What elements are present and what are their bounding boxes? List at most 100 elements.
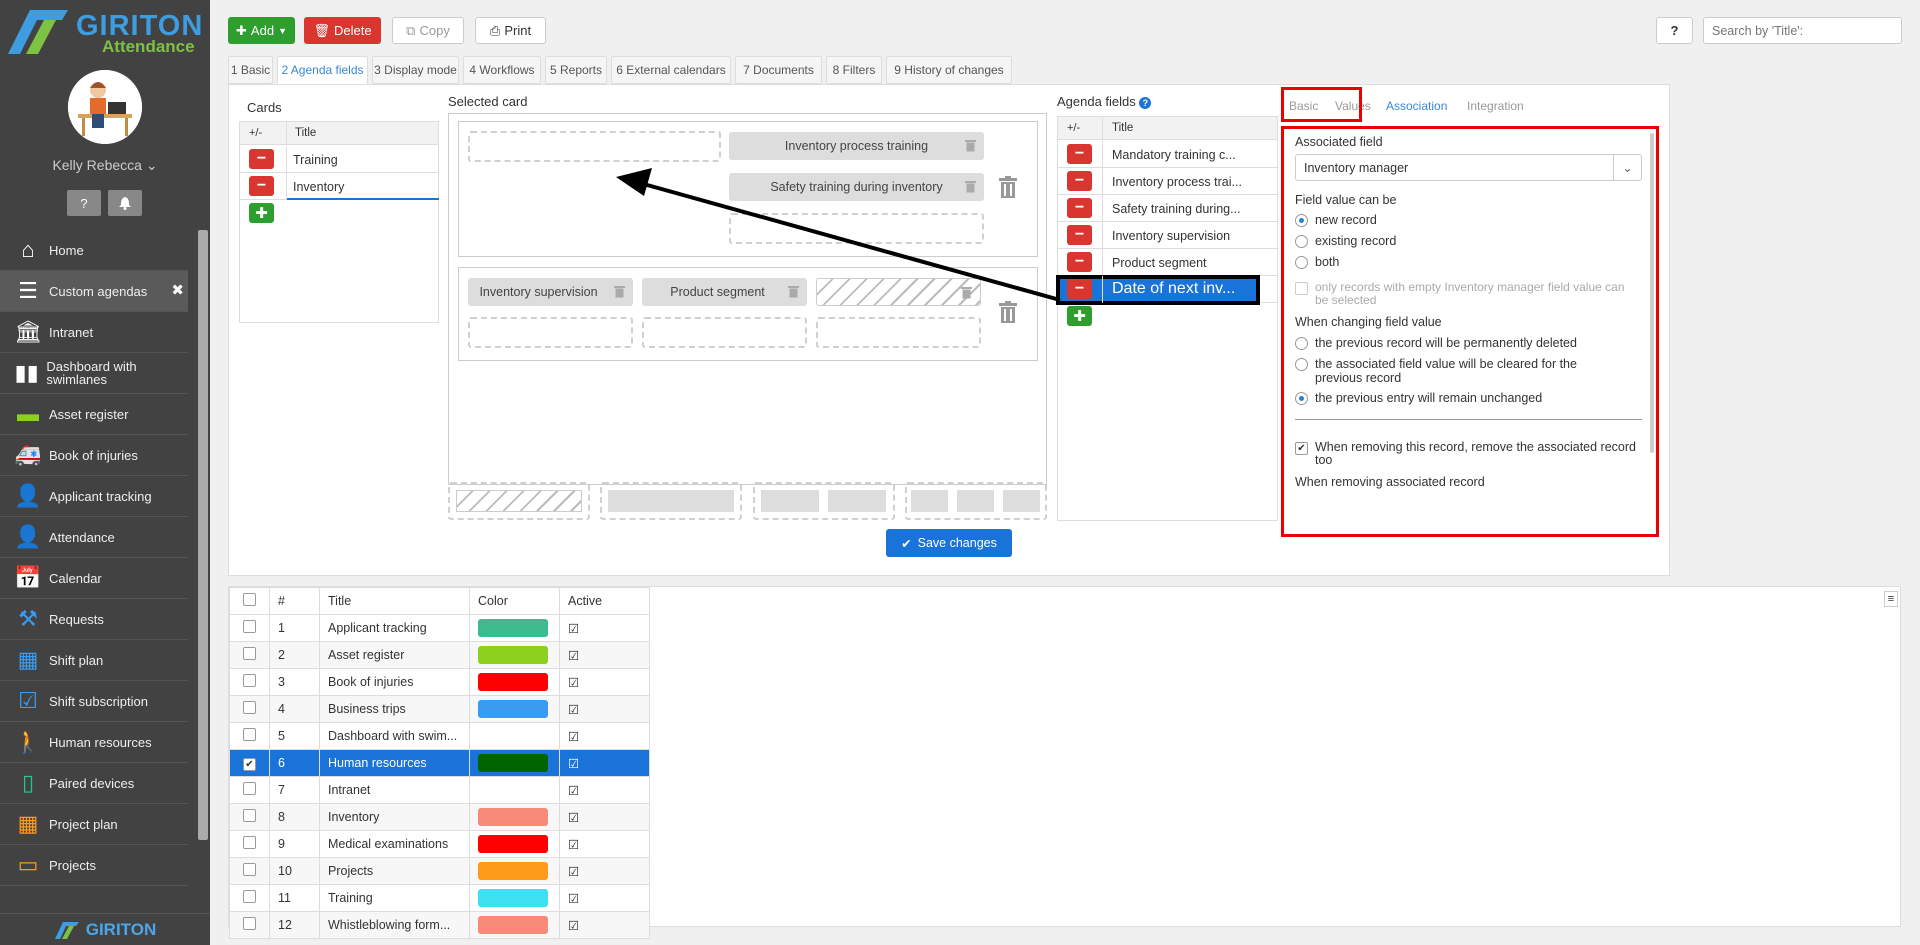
- row-checkbox[interactable]: [243, 782, 256, 795]
- placeholder-chip[interactable]: [816, 278, 981, 306]
- table-row[interactable]: 3 Book of injuries ☑: [229, 668, 650, 696]
- card-row[interactable]: − Training: [240, 146, 438, 173]
- radio-permanently-deleted[interactable]: [1295, 337, 1308, 350]
- column-menu-icon[interactable]: ≡: [1884, 591, 1898, 607]
- field-chip[interactable]: Product segment: [642, 278, 807, 306]
- trash-row-icon[interactable]: [999, 301, 1017, 323]
- agenda-field-row[interactable]: − Safety training during...: [1058, 195, 1277, 222]
- table-row[interactable]: ✔ 6 Human resources ☑: [229, 749, 650, 777]
- info-icon[interactable]: ?: [1139, 97, 1152, 109]
- delete-button[interactable]: 🗑 Delete: [304, 17, 381, 44]
- radio-new-record[interactable]: [1295, 214, 1308, 227]
- layout-template[interactable]: [448, 482, 590, 520]
- remove-card-button[interactable]: −: [249, 149, 274, 169]
- col-active[interactable]: Active: [559, 587, 650, 615]
- row-checkbox[interactable]: ✔: [243, 757, 256, 771]
- trash-icon[interactable]: [788, 285, 799, 298]
- tab-2[interactable]: 2 Agenda fields: [277, 56, 368, 84]
- radio-remain-unchanged[interactable]: [1295, 392, 1308, 405]
- sidebar-item[interactable]: ▦ Project plan: [0, 804, 188, 845]
- empty-slot[interactable]: [642, 317, 807, 348]
- row-checkbox[interactable]: [243, 728, 256, 741]
- field-chip[interactable]: Inventory process training: [729, 132, 984, 160]
- row-checkbox[interactable]: [243, 863, 256, 876]
- remove-field-button[interactable]: −: [1067, 198, 1092, 218]
- col-number[interactable]: #: [269, 587, 320, 615]
- row-checkbox[interactable]: [243, 917, 256, 930]
- associated-field-select[interactable]: Inventory manager ⌄: [1295, 154, 1642, 181]
- copy-button[interactable]: ⧉ Copy: [392, 17, 464, 44]
- col-title[interactable]: Title: [319, 587, 470, 615]
- row-checkbox[interactable]: [243, 890, 256, 903]
- row-checkbox[interactable]: [243, 809, 256, 822]
- print-button[interactable]: ⎙ Print: [475, 17, 546, 44]
- sidebar-item[interactable]: 🏛 Intranet: [0, 312, 188, 353]
- help-button[interactable]: ?: [67, 190, 101, 216]
- layout-template[interactable]: [905, 482, 1047, 520]
- empty-slot[interactable]: [468, 317, 633, 348]
- tab-4[interactable]: 4 Workflows: [463, 56, 541, 84]
- table-row[interactable]: 1 Applicant tracking ☑: [229, 614, 650, 642]
- sidebar-item[interactable]: ⌂ Home: [0, 230, 188, 271]
- app-logo[interactable]: GIRITON Attendance: [4, 4, 204, 60]
- sidebar-item[interactable]: ☑ Shift subscription: [0, 681, 188, 722]
- remove-field-button[interactable]: −: [1067, 225, 1092, 245]
- remove-associated-checkbox[interactable]: ✔: [1295, 442, 1308, 455]
- sidebar-item[interactable]: 👤 Attendance: [0, 517, 188, 558]
- agenda-field-row[interactable]: − Product segment: [1058, 249, 1277, 276]
- sidebar-item[interactable]: ▦ Shift plan: [0, 640, 188, 681]
- add-button[interactable]: ✚ Add ▼: [228, 17, 295, 44]
- col-color[interactable]: Color: [469, 587, 560, 615]
- notifications-button[interactable]: [108, 190, 142, 216]
- remove-field-button[interactable]: −: [1067, 171, 1092, 191]
- trash-row-icon[interactable]: [999, 176, 1017, 198]
- layout-template[interactable]: [600, 482, 742, 520]
- sidebar-item[interactable]: 🚑 Book of injuries: [0, 435, 188, 476]
- radio-field-cleared[interactable]: [1295, 358, 1308, 371]
- properties-tab-association[interactable]: Association: [1386, 99, 1447, 113]
- agenda-field-row[interactable]: − Inventory supervision: [1058, 222, 1277, 249]
- trash-icon[interactable]: [965, 139, 976, 152]
- remove-field-button[interactable]: −: [1067, 252, 1092, 272]
- table-row[interactable]: 12 Whistleblowing form... ☑: [229, 911, 650, 939]
- row-checkbox[interactable]: [243, 647, 256, 660]
- search-input[interactable]: [1703, 17, 1902, 44]
- sidebar-item[interactable]: 🚶 Human resources: [0, 722, 188, 763]
- table-row[interactable]: 5 Dashboard with swim... ☑: [229, 722, 650, 750]
- table-row[interactable]: 2 Asset register ☑: [229, 641, 650, 669]
- field-chip[interactable]: Safety training during inventory: [729, 173, 984, 201]
- remove-field-button[interactable]: −: [1067, 144, 1092, 164]
- panel-scrollbar[interactable]: [1650, 133, 1654, 453]
- empty-slot[interactable]: [816, 317, 981, 348]
- table-row[interactable]: 10 Projects ☑: [229, 857, 650, 885]
- row-checkbox[interactable]: [243, 674, 256, 687]
- close-icon[interactable]: ✖: [171, 281, 184, 299]
- tab-6[interactable]: 6 External calendars: [611, 56, 731, 84]
- avatar[interactable]: [68, 70, 142, 144]
- radio-existing-record[interactable]: [1295, 235, 1308, 248]
- layout-template[interactable]: [753, 482, 895, 520]
- tab-7[interactable]: 7 Documents: [735, 56, 822, 84]
- tab-5[interactable]: 5 Reports: [545, 56, 607, 84]
- tab-3[interactable]: 3 Display mode: [372, 56, 459, 84]
- row-checkbox[interactable]: [243, 836, 256, 849]
- remove-card-button[interactable]: −: [249, 176, 274, 196]
- table-row[interactable]: 7 Intranet ☑: [229, 776, 650, 804]
- table-row[interactable]: 4 Business trips ☑: [229, 695, 650, 723]
- agenda-field-row[interactable]: − Mandatory training c...: [1058, 141, 1277, 168]
- sidebar-scrollbar[interactable]: [198, 230, 208, 840]
- properties-tab-integration[interactable]: Integration: [1467, 99, 1524, 113]
- sidebar-item[interactable]: 👤 Applicant tracking: [0, 476, 188, 517]
- save-changes-button[interactable]: ✔ Save changes: [886, 529, 1012, 557]
- tab-8[interactable]: 8 Filters: [826, 56, 882, 84]
- sidebar-item[interactable]: ▭ Projects: [0, 845, 188, 886]
- sidebar-item[interactable]: ☰ Custom agendas ✖: [0, 271, 188, 312]
- user-menu[interactable]: Kelly Rebecca ⌄: [0, 157, 210, 174]
- sidebar-item[interactable]: ▮▮ Dashboard with swimlanes: [0, 353, 188, 394]
- add-field-button[interactable]: ✚: [1067, 306, 1092, 326]
- sidebar-item[interactable]: ▬ Asset register: [0, 394, 188, 435]
- agenda-field-row[interactable]: − Inventory process trai...: [1058, 168, 1277, 195]
- remove-field-button[interactable]: −: [1067, 279, 1092, 299]
- empty-slot[interactable]: [729, 213, 984, 244]
- agenda-field-row[interactable]: − Date of next inv...: [1056, 275, 1277, 305]
